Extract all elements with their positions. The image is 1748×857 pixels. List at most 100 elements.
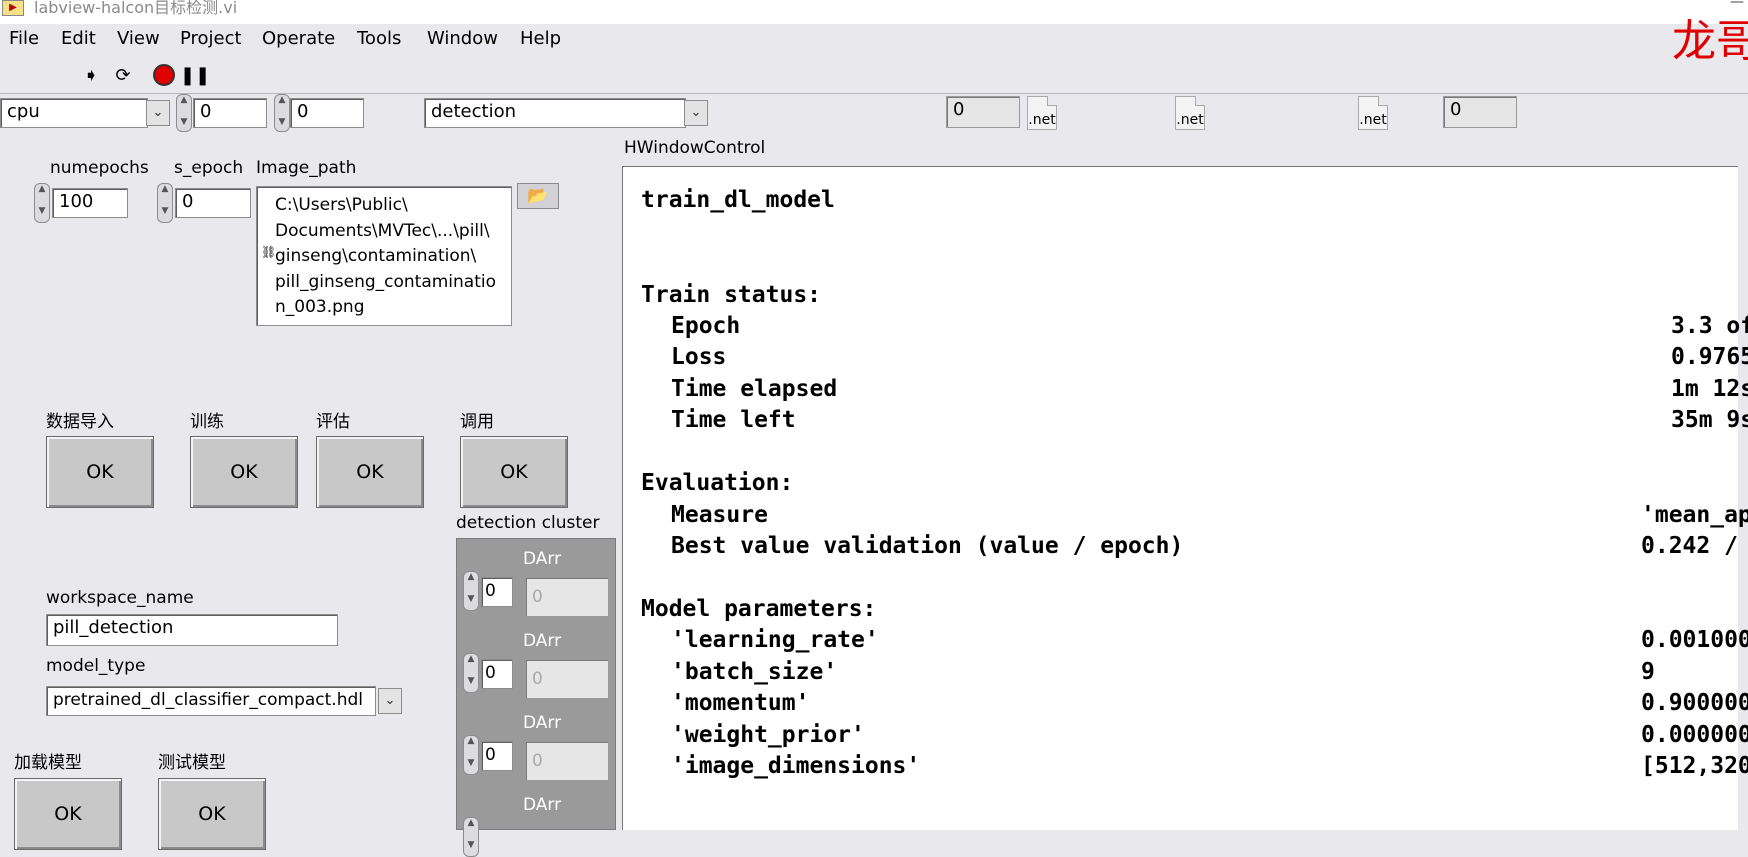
model-type-label: model_type <box>46 656 146 676</box>
darr-label: DArr <box>523 713 562 733</box>
test-model-label: 测试模型 <box>158 753 226 773</box>
numeric-input-1[interactable]: 0 <box>193 98 267 128</box>
evaluation-key: Measure <box>671 502 768 528</box>
device-select[interactable]: cpu <box>0 98 148 128</box>
menu-window[interactable]: Window <box>427 28 498 49</box>
spinner-arrows-icon[interactable]: ▲ ▼ <box>34 183 50 223</box>
train-status-title: Train status: <box>641 282 822 308</box>
folder-browse-icon[interactable]: 📂 <box>517 183 559 209</box>
evaluate-label: 评估 <box>316 412 350 432</box>
abort-icon[interactable] <box>153 64 175 86</box>
menu-project[interactable]: Project <box>180 28 242 49</box>
darr-value: 0 <box>525 741 609 781</box>
vi-icon: ▶ <box>2 0 24 16</box>
numeric-input-2[interactable]: 0 <box>290 98 364 128</box>
model-param-key: 'image_dimensions' <box>671 753 921 779</box>
darr-label: DArr <box>523 795 562 815</box>
model-param-key: 'batch_size' <box>671 659 838 685</box>
image-path-input[interactable]: C:\Users\Public\ Documents\MVTec\...\pil… <box>256 186 512 326</box>
title-bar: ▶ labview-halcon目标检测.vi — <box>0 0 1748 24</box>
model-param-value: 0.001000 <box>1641 627 1748 653</box>
darr-value: 0 <box>525 577 609 617</box>
model-param-key: 'momentum' <box>671 690 810 716</box>
model-param-key: 'learning_rate' <box>671 627 879 653</box>
train-status-key: Time left <box>671 407 796 433</box>
train-label: 训练 <box>190 412 224 432</box>
import-data-label: 数据导入 <box>46 412 114 432</box>
model-param-value: [512,320,3] <box>1641 753 1748 779</box>
run-continuously-icon[interactable]: ⟳ <box>111 64 135 88</box>
evaluation-key: Best value validation (value / epoch) <box>671 533 1184 559</box>
spinner-arrows-icon[interactable]: ▲ ▼ <box>463 653 479 693</box>
chevron-down-icon[interactable]: ⌄ <box>146 100 170 126</box>
menu-operate[interactable]: Operate <box>262 28 335 49</box>
s-epoch-label: s_epoch <box>174 158 244 178</box>
darr-value: 0 <box>525 659 609 699</box>
run-arrow-icon[interactable]: ➧ <box>79 64 103 88</box>
train-status-value: 3.3 of 100 <box>1671 313 1748 339</box>
detection-cluster: DArr ▲ ▼ 0 0 DArr ▲ ▼ 0 0 DArr ▲ ▼ 0 0 DArr… <box>456 538 616 857</box>
numeric-indicator-2: 0 <box>1443 96 1517 128</box>
workspace-name-input[interactable]: pill_detection <box>46 614 338 646</box>
path-link-icon: ⛓ <box>261 245 277 259</box>
load-model-button[interactable]: OK <box>14 778 122 850</box>
spinner-arrows-icon[interactable]: ▲ ▼ <box>463 571 479 611</box>
train-status-key: Loss <box>671 344 727 370</box>
invoke-button[interactable]: OK <box>460 436 568 508</box>
darr-index-input[interactable]: 0 <box>481 577 513 607</box>
spinner-arrows-icon[interactable]: ▲ ▼ <box>157 183 173 223</box>
train-status-key: Epoch <box>671 313 741 339</box>
net-file-icon[interactable]: .net <box>1358 96 1388 130</box>
darr-index-input[interactable]: 0 <box>481 659 513 689</box>
test-model-button[interactable]: OK <box>158 778 266 850</box>
s-epoch-input[interactable]: 0 <box>175 188 251 218</box>
model-param-key: 'weight_prior' <box>671 722 865 748</box>
pause-icon[interactable]: ❚❚ <box>180 64 210 88</box>
detection-cluster-label: detection cluster <box>456 513 600 533</box>
train-status-value: 0.9765 <box>1671 344 1748 370</box>
numepochs-input[interactable]: 100 <box>52 188 128 218</box>
model-param-value: 0.000000 <box>1641 722 1748 748</box>
train-status-key: Time elapsed <box>671 376 838 402</box>
import-data-button[interactable]: OK <box>46 436 154 508</box>
numepochs-label: numepochs <box>50 158 149 178</box>
workspace-name-label: workspace_name <box>46 588 194 608</box>
image-path-label: Image_path <box>256 158 357 178</box>
model-type-select[interactable]: pretrained_dl_classifier_compact.hdl <box>46 686 376 716</box>
evaluate-button[interactable]: OK <box>316 436 424 508</box>
menu-edit[interactable]: Edit <box>61 28 96 49</box>
menu-tools[interactable]: Tools <box>357 28 401 49</box>
hwindow-header: train_dl_model <box>641 187 835 213</box>
menu-help[interactable]: Help <box>520 28 561 49</box>
hwindow-label: HWindowControl <box>624 138 766 158</box>
darr-label: DArr <box>523 549 562 569</box>
chevron-down-icon[interactable]: ⌄ <box>684 100 708 126</box>
menu-view[interactable]: View <box>117 28 160 49</box>
menu-file[interactable]: File <box>9 28 39 49</box>
spinner-arrows-icon[interactable]: ▲ ▼ <box>463 817 479 857</box>
darr-label: DArr <box>523 631 562 651</box>
spinner-arrows-icon[interactable]: ▲ ▼ <box>274 94 290 132</box>
train-status-value: 35m 9s <box>1671 407 1748 433</box>
numeric-indicator-1: 0 <box>946 96 1020 128</box>
spinner-arrows-icon[interactable]: ▲ ▼ <box>176 94 192 132</box>
hwindow-display: train_dl_model Train status: Epoch 3.3 o… <box>622 166 1748 830</box>
toolbar: ➧ ⟳ ❚❚ <box>0 56 1748 94</box>
net-file-icon[interactable]: .net <box>1027 96 1057 130</box>
evaluation-title: Evaluation: <box>641 470 794 496</box>
chevron-down-icon[interactable]: ⌄ <box>378 688 402 714</box>
window-title: labview-halcon目标检测.vi <box>34 0 238 17</box>
model-param-value: 9 <box>1641 659 1655 685</box>
darr-index-input[interactable]: 0 <box>481 741 513 771</box>
evaluation-value: 0.242 / 3.0 <box>1641 533 1738 559</box>
invoke-label: 调用 <box>460 412 494 432</box>
load-model-label: 加载模型 <box>14 753 82 773</box>
model-params-title: Model parameters: <box>641 596 877 622</box>
minimize-icon[interactable]: — <box>1730 0 1744 10</box>
net-file-icon[interactable]: .net <box>1175 96 1205 130</box>
spinner-arrows-icon[interactable]: ▲ ▼ <box>463 735 479 775</box>
mode-select[interactable]: detection <box>424 98 686 128</box>
evaluation-value: 'mean_ap' <box>1641 502 1748 528</box>
train-button[interactable]: OK <box>190 436 298 508</box>
train-status-value: 1m 12s <box>1671 376 1748 402</box>
